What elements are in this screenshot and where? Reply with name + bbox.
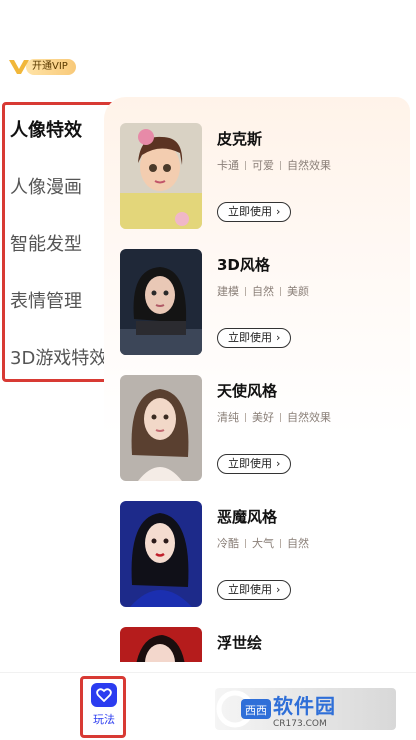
- style-tag: 自然: [287, 537, 309, 550]
- style-card-info: 浮世绘: [217, 627, 410, 662]
- chevron-right-icon: ›: [276, 583, 281, 596]
- tab-play-label: 玩法: [93, 713, 115, 726]
- style-thumbnail-3d: [120, 249, 202, 355]
- style-tag: 可爱: [252, 159, 274, 172]
- style-tag: 冷酷: [217, 537, 239, 550]
- vip-label: 开通VIP: [26, 59, 76, 75]
- style-tags: 清纯 美好 自然效果: [217, 409, 410, 425]
- style-tag: 美颜: [287, 285, 309, 298]
- use-now-button[interactable]: 立即使用 ›: [217, 328, 292, 348]
- style-card-info: 3D风格 建模 自然 美颜 立即使用 ›: [217, 249, 410, 355]
- tag-divider: [280, 160, 281, 170]
- sidebar-item-smart-hairstyle[interactable]: 智能发型: [0, 214, 116, 271]
- style-tag: 美好: [252, 411, 274, 424]
- style-card[interactable]: 皮克斯 卡通 可爱 自然效果 立即使用 ›: [120, 123, 410, 229]
- use-now-button[interactable]: 立即使用 ›: [217, 580, 292, 600]
- use-now-label: 立即使用: [228, 205, 272, 218]
- watermark-url: CR173.COM: [273, 718, 327, 729]
- style-tag: 自然效果: [287, 159, 331, 172]
- heart-chat-icon: [91, 683, 117, 707]
- tag-divider: [245, 412, 246, 422]
- site-watermark: 西西 软件园 CR173.COM: [215, 688, 396, 730]
- style-tag: 自然: [252, 285, 274, 298]
- style-card-info: 天使风格 清纯 美好 自然效果 立即使用 ›: [217, 375, 410, 481]
- use-now-button[interactable]: 立即使用 ›: [217, 454, 292, 474]
- style-title: 皮克斯: [217, 130, 263, 148]
- vip-crown-icon: [8, 58, 29, 76]
- style-tag: 大气: [252, 537, 274, 550]
- style-card[interactable]: 浮世绘: [120, 627, 410, 662]
- style-card[interactable]: 天使风格 清纯 美好 自然效果 立即使用 ›: [120, 375, 410, 481]
- use-now-label: 立即使用: [228, 583, 272, 596]
- sidebar-item-expression[interactable]: 表情管理: [0, 271, 116, 328]
- style-thumbnail-ukiyoe: [120, 627, 202, 662]
- style-card[interactable]: 恶魔风格 冷酷 大气 自然 立即使用 ›: [120, 501, 410, 607]
- tag-divider: [280, 412, 281, 422]
- tag-divider: [280, 538, 281, 548]
- style-title: 3D风格: [217, 256, 270, 274]
- style-tag: 建模: [217, 285, 239, 298]
- tab-play[interactable]: 玩法: [84, 679, 124, 735]
- style-thumbnail-angel: [120, 375, 202, 481]
- style-tags: 卡通 可爱 自然效果: [217, 157, 410, 173]
- style-list-panel: 皮克斯 卡通 可爱 自然效果 立即使用 › 3D风格 建模 自然 美颜 立即使用…: [104, 97, 410, 662]
- use-now-button[interactable]: 立即使用 ›: [217, 202, 292, 222]
- style-thumbnail-pixar: [120, 123, 202, 229]
- watermark-title: 软件园: [273, 693, 336, 718]
- category-sidebar: 人像特效 人像漫画 智能发型 表情管理 3D游戏特效: [0, 100, 116, 380]
- tag-divider: [245, 286, 246, 296]
- chevron-right-icon: ›: [276, 331, 281, 344]
- style-tag: 卡通: [217, 159, 239, 172]
- sidebar-item-3d-game[interactable]: 3D游戏特效: [0, 328, 116, 385]
- tag-divider: [280, 286, 281, 296]
- style-card-info: 恶魔风格 冷酷 大气 自然 立即使用 ›: [217, 501, 410, 607]
- watermark-logo-icon: 西西: [215, 689, 273, 729]
- style-tags: 建模 自然 美颜: [217, 283, 410, 299]
- chevron-right-icon: ›: [276, 457, 281, 470]
- sidebar-item-portrait-comic[interactable]: 人像漫画: [0, 157, 116, 214]
- use-now-label: 立即使用: [228, 457, 272, 470]
- style-card-info: 皮克斯 卡通 可爱 自然效果 立即使用 ›: [217, 123, 410, 229]
- sidebar-item-portrait-effects[interactable]: 人像特效: [0, 100, 116, 157]
- style-title: 天使风格: [217, 382, 278, 400]
- chevron-right-icon: ›: [276, 205, 281, 218]
- style-title: 浮世绘: [217, 634, 263, 652]
- svg-text:西西: 西西: [245, 704, 267, 717]
- use-now-label: 立即使用: [228, 331, 272, 344]
- style-tag: 清纯: [217, 411, 239, 424]
- tag-divider: [245, 160, 246, 170]
- style-card[interactable]: 3D风格 建模 自然 美颜 立即使用 ›: [120, 249, 410, 355]
- tag-divider: [245, 538, 246, 548]
- style-thumbnail-demon: [120, 501, 202, 607]
- style-tag: 自然效果: [287, 411, 331, 424]
- vip-badge[interactable]: 开通VIP: [8, 58, 76, 76]
- style-tags: 冷酷 大气 自然: [217, 535, 410, 551]
- style-title: 恶魔风格: [217, 508, 278, 526]
